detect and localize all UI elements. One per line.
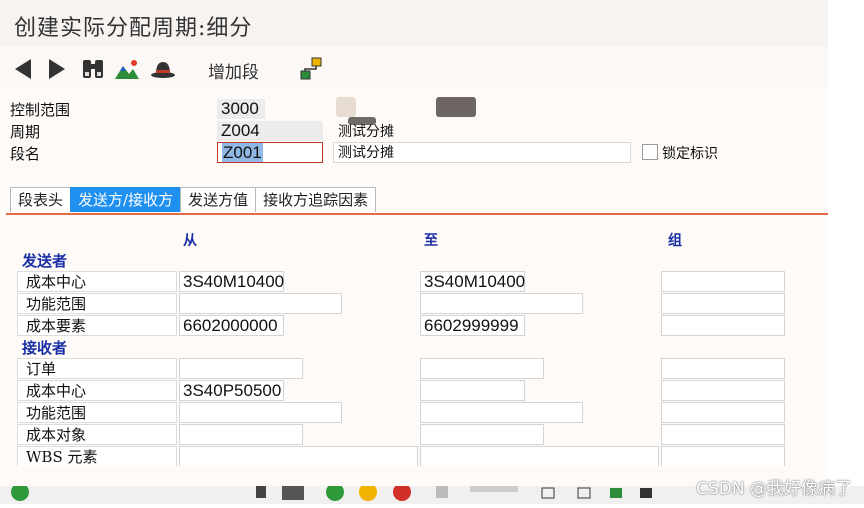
receiver-row-label: 订单	[17, 358, 177, 379]
receiver-wbs-element-group[interactable]	[661, 446, 785, 467]
sender-cost-element-from[interactable]: 6602000000	[179, 315, 284, 336]
receiver-cost-center-to[interactable]	[420, 380, 525, 401]
sender-section-title: 发送者	[22, 252, 68, 270]
lock-checkbox[interactable]	[642, 144, 658, 160]
add-segment-button[interactable]: 增加段	[208, 58, 259, 83]
hat-icon[interactable]	[150, 56, 176, 82]
sender-functional-area-to[interactable]	[420, 293, 583, 314]
redacted-block	[436, 97, 476, 117]
receiver-cost-object-group[interactable]	[661, 424, 785, 445]
receiver-functional-area-to[interactable]	[420, 402, 583, 423]
receiver-row-label: WBS 元素	[17, 446, 177, 467]
column-from-header: 从	[183, 233, 197, 249]
column-group-header: 组	[668, 233, 682, 249]
mountain-picture-icon[interactable]	[114, 56, 140, 82]
sender-functional-area-group[interactable]	[661, 293, 785, 314]
receiver-wbs-element-from[interactable]	[179, 446, 418, 467]
receiver-order-to[interactable]	[420, 358, 544, 379]
receiver-section-title: 接收者	[22, 339, 68, 357]
sender-cost-center-to[interactable]: 3S40M10400	[420, 271, 525, 292]
receiver-wbs-element-to[interactable]	[420, 446, 659, 467]
cycle-field[interactable]: Z004	[217, 121, 323, 141]
sender-cost-element-to[interactable]: 6602999999	[420, 315, 525, 336]
lock-label: 锁定标识	[662, 146, 718, 162]
tab-strip: 段表头 发送方/接收方 发送方值 接收方追踪因素	[10, 187, 377, 213]
sender-cost-center-group[interactable]	[661, 271, 785, 292]
receiver-functional-area-from[interactable]	[179, 402, 342, 423]
segment-label: 段名	[10, 145, 41, 163]
sender-cost-element-group[interactable]	[661, 315, 785, 336]
receiver-order-group[interactable]	[661, 358, 785, 379]
tab-divider	[6, 213, 828, 215]
window-title: 创建实际分配周期:细分	[14, 16, 253, 41]
sender-row-label: 功能范围	[17, 293, 177, 314]
column-to-header: 至	[424, 233, 438, 249]
forward-arrow-icon[interactable]	[44, 56, 70, 82]
binoculars-icon[interactable]	[80, 56, 106, 82]
cycle-label: 周期	[10, 123, 41, 141]
tab-receiver-tracing-factor[interactable]: 接收方追踪因素	[255, 187, 377, 212]
controlling-area-field[interactable]: 3000	[217, 99, 265, 119]
title-bar: 创建实际分配周期:细分	[0, 0, 828, 46]
sender-row-label: 成本中心	[17, 271, 177, 292]
receiver-row-label: 成本对象	[17, 424, 177, 445]
receiver-order-from[interactable]	[179, 358, 303, 379]
receiver-row-label: 成本中心	[17, 380, 177, 401]
receiver-row-label: 功能范围	[17, 402, 177, 423]
tab-segment-header[interactable]: 段表头	[10, 187, 72, 212]
segment-field[interactable]: Z001	[217, 142, 323, 163]
receiver-cost-center-group[interactable]	[661, 380, 785, 401]
segment-value: Z001	[222, 143, 263, 162]
sender-cost-center-from[interactable]: 3S40M10400	[179, 271, 284, 292]
sender-row-label: 成本要素	[17, 315, 177, 336]
receiver-cost-object-from[interactable]	[179, 424, 303, 445]
redacted-block	[336, 97, 356, 117]
sap-screen: 创建实际分配周期:细分 增加段 控制范围 3000 周期 Z004 测试分摊 段…	[0, 0, 828, 504]
receiver-cost-center-from[interactable]: 3S40P50500	[179, 380, 284, 401]
controlling-area-label: 控制范围	[10, 101, 71, 119]
cycle-description: 测试分摊	[338, 124, 394, 140]
tab-sender-values[interactable]: 发送方值	[180, 187, 257, 212]
watermark: CSDN @我好像病了	[696, 479, 852, 499]
hierarchy-icon[interactable]	[298, 56, 324, 82]
sender-functional-area-from[interactable]	[179, 293, 342, 314]
back-arrow-icon[interactable]	[10, 56, 36, 82]
receiver-functional-area-group[interactable]	[661, 402, 785, 423]
segment-description-field[interactable]: 测试分摊	[333, 142, 631, 163]
receiver-cost-object-to[interactable]	[420, 424, 544, 445]
tab-sender-receiver[interactable]: 发送方/接收方	[70, 187, 182, 212]
